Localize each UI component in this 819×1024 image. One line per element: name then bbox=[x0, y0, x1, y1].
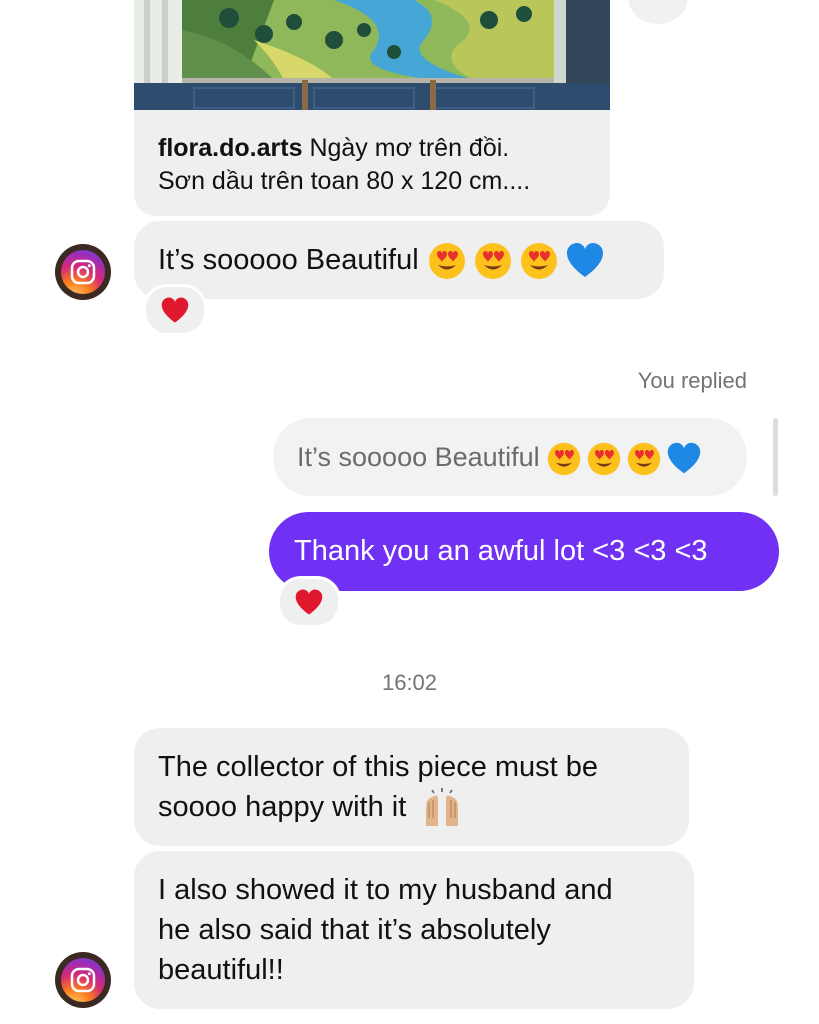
message-bubble-incoming[interactable]: The collector of this piece must be sooo… bbox=[134, 728, 689, 846]
blue-heart-emoji bbox=[667, 442, 700, 474]
message-text-line-1: I also showed it to my husband and bbox=[158, 874, 613, 906]
heart-eyes-emoji bbox=[428, 243, 465, 280]
heart-eyes-emoji bbox=[587, 442, 620, 476]
quoted-text: It’s sooooo Beautiful bbox=[297, 442, 540, 472]
painting-thumbnail bbox=[134, 0, 610, 110]
heart-eyes-emoji bbox=[627, 442, 660, 476]
message-text: It’s sooooo Beautiful bbox=[158, 244, 419, 276]
instagram-logo-icon bbox=[61, 958, 105, 1002]
you-replied-label: You replied bbox=[637, 368, 747, 393]
reply-indicator-bar bbox=[773, 418, 778, 496]
save-post-button[interactable] bbox=[628, 0, 688, 24]
heart-eyes-emoji bbox=[547, 442, 580, 476]
heart-icon bbox=[295, 589, 323, 615]
bookmark-icon bbox=[628, 0, 688, 24]
shared-post-image[interactable] bbox=[134, 0, 610, 110]
post-username: flora.do.arts bbox=[158, 134, 303, 162]
message-text-line-1: The collector of this piece must be bbox=[158, 751, 599, 783]
message-text: Thank you an awful lot <3 <3 <3 bbox=[294, 535, 708, 567]
shared-post-caption[interactable]: flora.do.arts Ngày mơ trên đồi. Sơn dầu … bbox=[134, 110, 610, 216]
reaction-heart[interactable] bbox=[143, 284, 207, 336]
message-timestamp: 16:02 bbox=[381, 670, 438, 695]
heart-icon bbox=[161, 297, 189, 323]
instagram-logo-icon bbox=[61, 250, 105, 294]
blue-heart-emoji bbox=[566, 243, 603, 278]
message-text-line-2: soooo happy with it bbox=[158, 791, 407, 823]
emoji-group bbox=[427, 241, 605, 281]
reply-quoted-message[interactable]: It’s sooooo Beautiful bbox=[273, 418, 747, 496]
message-bubble-outgoing[interactable]: Thank you an awful lot <3 <3 <3 bbox=[269, 512, 779, 591]
avatar[interactable] bbox=[55, 244, 111, 300]
heart-eyes-emoji bbox=[474, 243, 511, 280]
caption-line-2: Sơn dầu trên toan 80 x 120 cm.... bbox=[158, 167, 531, 195]
heart-eyes-emoji bbox=[520, 243, 557, 280]
message-bubble-incoming[interactable]: It’s sooooo Beautiful bbox=[134, 221, 664, 299]
raising-hands-emoji bbox=[426, 788, 459, 827]
message-text-line-2: he also said that it’s absolutely bbox=[158, 914, 551, 946]
avatar[interactable] bbox=[55, 952, 111, 1008]
message-text-line-3: beautiful!! bbox=[158, 954, 284, 986]
emoji-group bbox=[546, 441, 702, 477]
reaction-heart[interactable] bbox=[277, 576, 341, 628]
message-bubble-incoming[interactable]: I also showed it to my husband and he al… bbox=[134, 851, 694, 1009]
caption-line-1: Ngày mơ trên đồi. bbox=[309, 134, 510, 162]
